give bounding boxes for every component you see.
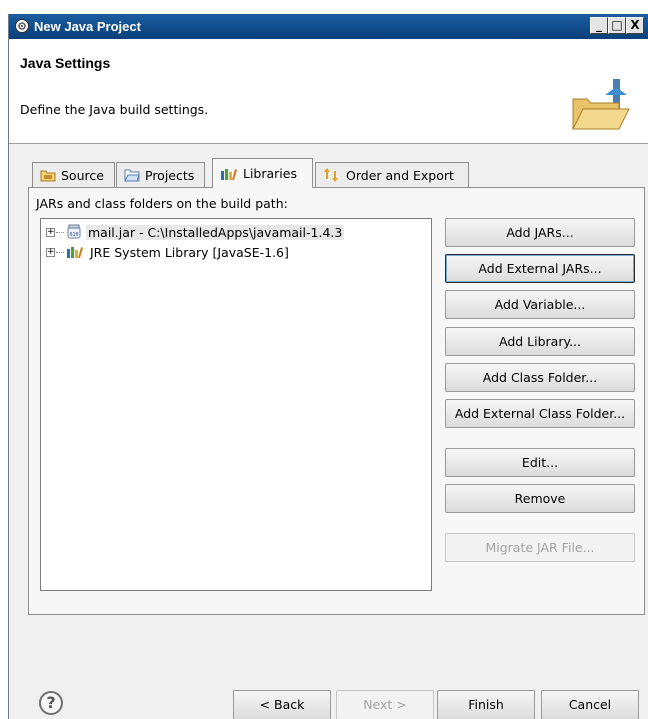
cancel-button[interactable]: Cancel (541, 690, 639, 719)
page-description: Define the Java build settings. (20, 102, 209, 117)
finish-button[interactable]: Finish (437, 690, 535, 719)
tab-libraries-label: Libraries (243, 166, 297, 181)
jar-icon: 010 (67, 224, 81, 239)
tree-item-mail-jar[interactable]: + 010 mail.jar - C:\InstalledApps\javama… (41, 223, 345, 241)
libraries-icon (221, 168, 237, 180)
build-path-label: JARs and class folders on the build path… (36, 196, 288, 211)
add-variable-button[interactable]: Add Variable... (445, 290, 635, 319)
tab-projects[interactable]: Projects (116, 162, 205, 187)
add-external-class-folder-button[interactable]: Add External Class Folder... (445, 399, 635, 428)
build-path-tree[interactable]: + 010 mail.jar - C:\InstalledApps\javama… (40, 218, 432, 591)
add-external-jars-button[interactable]: Add External JARs... (445, 254, 635, 283)
minimize-button[interactable]: _ (590, 17, 608, 34)
order-export-icon (324, 168, 338, 182)
back-button[interactable]: < Back (233, 690, 331, 719)
maximize-button[interactable]: □ (608, 17, 626, 34)
expand-toggle-icon[interactable]: + (46, 247, 55, 257)
close-button[interactable]: X (626, 17, 644, 34)
projects-folder-icon (124, 169, 140, 182)
edit-button[interactable]: Edit... (445, 448, 635, 477)
remove-button[interactable]: Remove (445, 484, 635, 513)
title-bar[interactable]: New Java Project _ □ X (9, 14, 648, 39)
add-class-folder-button[interactable]: Add Class Folder... (445, 363, 635, 392)
tab-source[interactable]: Source (32, 162, 115, 187)
migrate-jar-file-button[interactable]: Migrate JAR File... (445, 533, 635, 562)
new-java-project-window: New Java Project _ □ X Java Settings Def… (8, 14, 648, 719)
next-button[interactable]: Next > (336, 690, 434, 719)
eclipse-app-icon (14, 18, 30, 34)
tree-item-label: JRE System Library [JavaSE-1.6] (90, 244, 289, 260)
new-java-project-banner-icon (569, 77, 633, 138)
library-icon (67, 247, 83, 258)
tree-item-jre-system-library[interactable]: + JRE System Library [JavaSE-1.6] (41, 243, 291, 261)
add-library-button[interactable]: Add Library... (445, 327, 635, 356)
expand-toggle-icon[interactable]: + (46, 227, 55, 237)
tab-order-and-export-label: Order and Export (346, 167, 454, 183)
wizard-header: Java Settings Define the Java build sett… (9, 39, 648, 144)
add-jars-button[interactable]: Add JARs... (445, 218, 635, 247)
page-title: Java Settings (20, 55, 111, 71)
tab-libraries[interactable]: Libraries (212, 158, 313, 188)
tab-source-label: Source (61, 167, 104, 183)
libraries-panel: JARs and class folders on the build path… (28, 187, 645, 615)
tab-projects-label: Projects (145, 167, 195, 183)
svg-text:010: 010 (69, 232, 78, 238)
tree-item-label: mail.jar - C:\InstalledApps\javamail-1.4… (86, 224, 345, 240)
window-title: New Java Project (34, 19, 141, 34)
tab-order-and-export[interactable]: Order and Export (315, 162, 469, 187)
help-icon[interactable]: ? (39, 691, 63, 715)
source-folder-icon (40, 170, 56, 182)
